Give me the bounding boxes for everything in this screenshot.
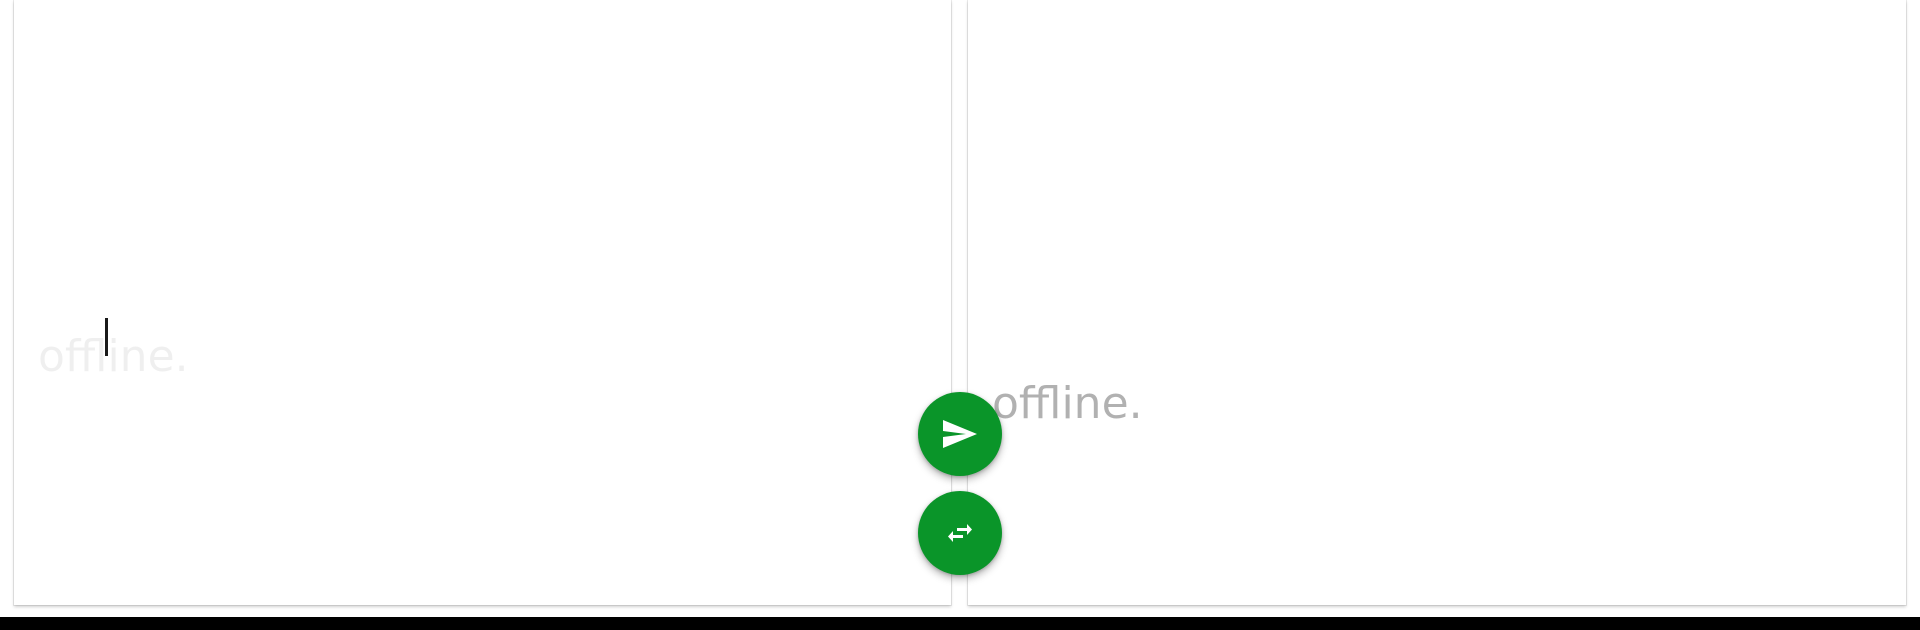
target-text-area: offline. [968,0,1906,605]
target-text-line: offline. [992,380,1143,429]
source-text-panel[interactable]: offline. [14,0,951,605]
translator-view: offline. offline. [0,0,1920,630]
target-text-panel: offline. [968,0,1906,605]
source-text-line: offline. [38,333,189,382]
swap-languages-button[interactable] [918,491,1002,575]
send-button[interactable] [918,392,1002,476]
bottom-bar [0,617,1920,630]
source-text-area[interactable]: offline. [14,0,951,605]
send-icon [943,420,977,448]
text-caret [105,318,108,356]
swap-arrows-icon [948,524,972,542]
